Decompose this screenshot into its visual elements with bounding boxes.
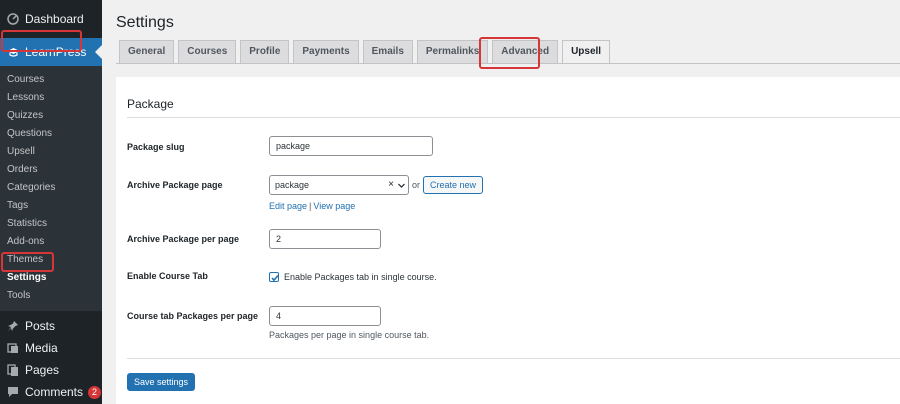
submenu-categories[interactable]: Categories [0, 179, 102, 197]
menu-pages-label: Pages [25, 363, 60, 377]
menu-learnpress-label: LearnPress [25, 45, 87, 59]
submenu-settings[interactable]: Settings [0, 269, 102, 287]
menu-posts[interactable]: Posts [0, 315, 102, 337]
archive-page-value: package [275, 180, 310, 190]
footer-divider [127, 358, 900, 359]
pages-icon [6, 363, 20, 377]
graduation-cap-icon [6, 45, 20, 59]
submenu-lessons[interactable]: Lessons [0, 89, 102, 107]
enable-course-tab-label: Enable Course Tab [127, 271, 208, 281]
submenu-courses[interactable]: Courses [0, 71, 102, 89]
tab-general[interactable]: General [119, 40, 175, 64]
tab-permalinks[interactable]: Permalinks [416, 40, 489, 64]
archive-per-page-input[interactable]: 2 [269, 229, 381, 249]
pin-icon [6, 319, 20, 333]
checkmark-icon [271, 274, 279, 282]
admin-sidebar: Dashboard LearnPress Courses Lessons Qui… [0, 0, 102, 404]
submenu-quizzes[interactable]: Quizzes [0, 107, 102, 125]
archive-page-label: Archive Package page [127, 180, 223, 190]
tab-per-page-help: Packages per page in single course tab. [269, 330, 430, 340]
view-page-link[interactable]: View page [313, 201, 355, 211]
menu-media-label: Media [25, 341, 58, 355]
submenu-statistics[interactable]: Statistics [0, 215, 102, 233]
submenu-upsell[interactable]: Upsell [0, 143, 102, 161]
media-icon [6, 341, 20, 355]
enable-course-tab-text: Enable Packages tab in single course. [284, 272, 437, 282]
tab-emails[interactable]: Emails [362, 40, 413, 64]
comments-count-badge: 2 [88, 385, 102, 399]
learnpress-submenu: Courses Lessons Quizzes Questions Upsell… [0, 66, 102, 311]
submenu-questions[interactable]: Questions [0, 125, 102, 143]
settings-tabs: General Courses Profile Payments Emails … [119, 40, 614, 64]
menu-media[interactable]: Media [0, 337, 102, 359]
dashboard-icon [6, 12, 20, 26]
section-title: Package [127, 97, 174, 111]
menu-learnpress[interactable]: LearnPress [0, 38, 102, 66]
package-slug-input[interactable]: package [269, 136, 433, 156]
menu-dashboard[interactable]: Dashboard [0, 0, 102, 38]
tab-profile[interactable]: Profile [240, 40, 290, 64]
page-title: Settings [116, 14, 174, 31]
tab-upsell[interactable]: Upsell [562, 40, 611, 64]
save-settings-button[interactable]: Save settings [127, 373, 196, 391]
menu-pages[interactable]: Pages [0, 359, 102, 381]
submenu-themes[interactable]: Themes [0, 251, 102, 269]
submenu-tools[interactable]: Tools [0, 287, 102, 305]
edit-page-link[interactable]: Edit page [269, 201, 307, 211]
comment-icon [6, 385, 20, 399]
submenu-addons[interactable]: Add-ons [0, 233, 102, 251]
chevron-down-icon[interactable] [398, 182, 405, 189]
menu-posts-label: Posts [25, 319, 56, 333]
link-separator: | [309, 201, 312, 211]
settings-panel: Package Package slug package Archive Pac… [116, 77, 900, 404]
enable-course-tab-checkbox[interactable] [269, 272, 279, 282]
section-divider [127, 117, 900, 118]
tab-per-page-label: Course tab Packages per page [127, 311, 259, 321]
submenu-tags[interactable]: Tags [0, 197, 102, 215]
main-content: Settings General Courses Profile Payment… [102, 0, 900, 404]
tab-per-page-input[interactable]: 4 [269, 306, 381, 326]
page-links: Edit page | View page [269, 199, 355, 212]
menu-dashboard-label: Dashboard [25, 12, 84, 26]
tab-courses[interactable]: Courses [178, 40, 237, 64]
create-new-button[interactable]: Create new [423, 176, 484, 194]
submenu-orders[interactable]: Orders [0, 161, 102, 179]
or-text: or [412, 180, 421, 190]
tab-payments[interactable]: Payments [293, 40, 359, 64]
tabs-divider [116, 63, 900, 64]
tab-advanced[interactable]: Advanced [492, 40, 559, 64]
archive-per-page-label: Archive Package per page [127, 234, 240, 244]
package-slug-label: Package slug [127, 142, 185, 152]
clear-icon[interactable]: × [388, 176, 394, 194]
archive-page-select[interactable]: package × [269, 175, 409, 195]
menu-comments-label: Comments [25, 385, 84, 399]
menu-comments[interactable]: Comments 2 [0, 381, 102, 403]
